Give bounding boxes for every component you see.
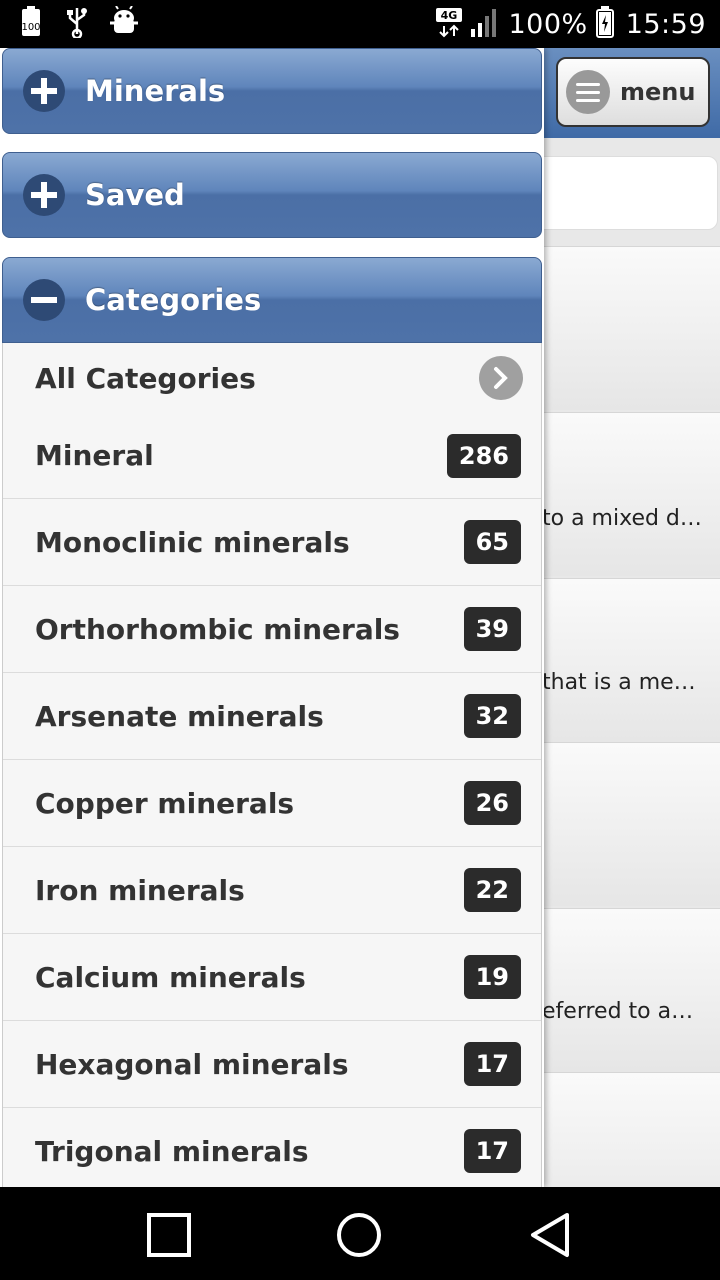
signal-icon bbox=[470, 7, 500, 41]
count-badge: 17 bbox=[463, 1042, 521, 1086]
android-debug-icon bbox=[110, 5, 138, 42]
count-badge: 17 bbox=[463, 1129, 521, 1173]
panel-title: Saved bbox=[85, 178, 185, 212]
battery-charging-icon bbox=[595, 6, 614, 42]
battery-level-text: 100 bbox=[21, 22, 40, 33]
category-item[interactable]: Iron minerals 22 bbox=[3, 847, 541, 934]
panel-minerals[interactable]: Minerals bbox=[2, 48, 542, 134]
category-item[interactable]: Calcium minerals 19 bbox=[3, 934, 541, 1021]
back-icon[interactable] bbox=[527, 1211, 575, 1259]
category-label: Orthorhombic minerals bbox=[35, 612, 400, 646]
menu-icon bbox=[566, 70, 610, 114]
count-badge: 19 bbox=[463, 955, 521, 999]
panel-categories[interactable]: Categories bbox=[2, 257, 542, 343]
category-item[interactable]: Mineral 286 bbox=[3, 413, 541, 499]
category-item[interactable]: Monoclinic minerals 65 bbox=[3, 499, 541, 586]
category-item[interactable]: Orthorhombic minerals 39 bbox=[3, 586, 541, 673]
category-list: All Categories Mineral 286 Monoclinic mi… bbox=[2, 343, 542, 1187]
category-label: Trigonal minerals bbox=[35, 1134, 309, 1168]
category-label: Iron minerals bbox=[35, 873, 245, 907]
count-badge: 32 bbox=[463, 694, 521, 738]
usb-icon bbox=[66, 6, 88, 42]
count-badge: 22 bbox=[463, 868, 521, 912]
count-badge: 39 bbox=[463, 607, 521, 651]
side-drawer: Minerals Saved Categories All Categories… bbox=[0, 48, 544, 1187]
chevron-right-icon[interactable] bbox=[479, 356, 523, 400]
navigation-bar bbox=[0, 1187, 720, 1280]
list-item-label: All Categories bbox=[35, 361, 256, 395]
list-item-snippet: that is a me… bbox=[542, 670, 696, 695]
minus-icon bbox=[23, 279, 65, 321]
category-item[interactable]: Copper minerals 26 bbox=[3, 760, 541, 847]
status-bar: 100 4G 100% 15:59 bbox=[0, 0, 720, 48]
panel-title: Minerals bbox=[85, 74, 226, 108]
recent-apps-icon[interactable] bbox=[145, 1211, 193, 1259]
menu-button[interactable]: menu bbox=[556, 57, 710, 127]
category-item[interactable]: Hexagonal minerals 17 bbox=[3, 1021, 541, 1108]
category-item[interactable]: Arsenate minerals 32 bbox=[3, 673, 541, 760]
search-input[interactable] bbox=[520, 156, 718, 230]
plus-icon bbox=[23, 174, 65, 216]
home-icon[interactable] bbox=[335, 1211, 383, 1259]
category-label: Copper minerals bbox=[35, 786, 295, 820]
network-type-text: 4G bbox=[441, 9, 458, 22]
category-item[interactable]: Trigonal minerals 17 bbox=[3, 1108, 541, 1187]
panel-title: Categories bbox=[85, 283, 262, 317]
menu-button-label: menu bbox=[620, 78, 696, 106]
count-badge: 26 bbox=[463, 781, 521, 825]
category-label: Mineral bbox=[35, 439, 154, 472]
clock: 15:59 bbox=[625, 8, 706, 40]
battery-percent: 100% bbox=[508, 8, 588, 40]
category-label: Arsenate minerals bbox=[35, 699, 324, 733]
category-label: Monoclinic minerals bbox=[35, 525, 350, 559]
battery-100-icon: 100 bbox=[18, 6, 44, 42]
plus-icon bbox=[23, 70, 65, 112]
panel-saved[interactable]: Saved bbox=[2, 152, 542, 238]
list-item-snippet: eferred to a… bbox=[542, 999, 694, 1024]
list-item-snippet: to a mixed d… bbox=[542, 506, 702, 531]
network-4g-icon: 4G bbox=[436, 6, 463, 42]
count-badge: 65 bbox=[463, 520, 521, 564]
category-label: Calcium minerals bbox=[35, 960, 306, 994]
count-badge: 286 bbox=[446, 433, 521, 478]
category-label: Hexagonal minerals bbox=[35, 1047, 349, 1081]
all-categories-item[interactable]: All Categories bbox=[3, 343, 541, 413]
